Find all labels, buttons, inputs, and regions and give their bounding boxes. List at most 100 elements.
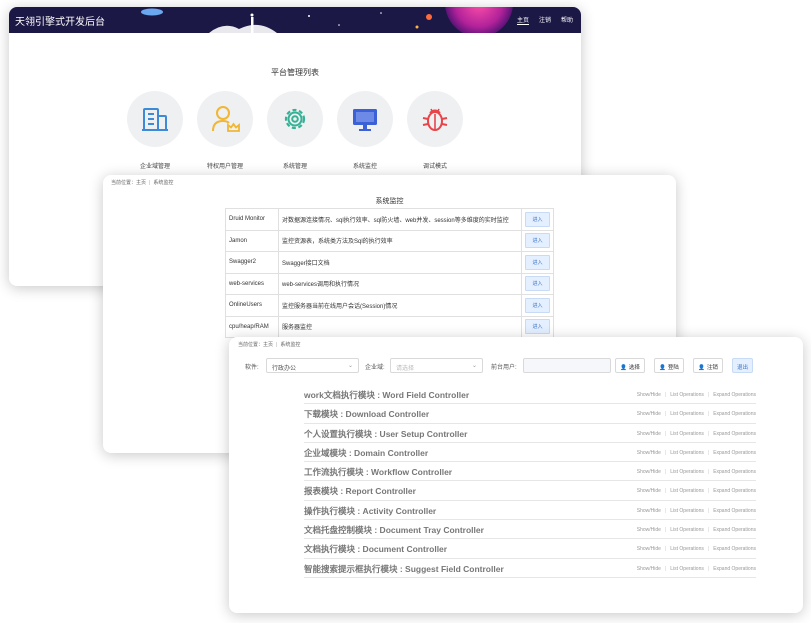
monitor-name: Swagger2: [225, 251, 279, 274]
enter-button[interactable]: 进入: [525, 276, 550, 292]
list-operations-link[interactable]: List Operations: [670, 431, 704, 437]
expand-operations-link[interactable]: Expand Operations: [713, 469, 756, 475]
list-operations-link[interactable]: List Operations: [670, 546, 704, 552]
expand-operations-link[interactable]: Expand Operations: [713, 450, 756, 456]
frontend-user-input[interactable]: [523, 358, 611, 373]
show-hide-link[interactable]: Show/Hide: [637, 488, 661, 494]
controller-name-link[interactable]: 智能搜索提示框执行模块 : Suggest Field Controller: [304, 563, 504, 575]
show-hide-link[interactable]: Show/Hide: [637, 469, 661, 475]
breadcrumb: 当前位置：主页 | 系统监控: [111, 179, 173, 186]
domain-label: 企业域:: [365, 365, 385, 371]
tile-system-management[interactable]: 系统管理: [267, 91, 323, 170]
expand-operations-link[interactable]: Expand Operations: [713, 411, 756, 417]
expand-operations-link[interactable]: Expand Operations: [713, 546, 756, 552]
monitor-name: cpu/heap/RAM: [225, 315, 279, 338]
tile-privileged-users[interactable]: 特权用户管理: [197, 91, 253, 170]
list-operations-link[interactable]: List Operations: [670, 411, 704, 417]
show-hide-link[interactable]: Show/Hide: [637, 411, 661, 417]
expand-operations-link[interactable]: Expand Operations: [713, 508, 756, 514]
monitor-description: 监控资源表，系统类方法及Sql的执行效率: [278, 229, 522, 252]
table-row: web-services web-services调用和执行情况 进入: [225, 272, 554, 295]
list-item: 下载模块 : Download Controller Show/Hide | Lis…: [304, 404, 756, 424]
enter-button[interactable]: 进入: [525, 233, 550, 249]
list-operations-link[interactable]: List Operations: [670, 508, 704, 514]
table-row: Swagger2 Swagger接口文档 进入: [225, 251, 554, 274]
list-item: 个人设置执行模块 : User Setup Controller Show/Hi…: [304, 424, 756, 443]
domain-select[interactable]: 请选择 ⌄: [390, 358, 483, 373]
controller-name-link[interactable]: 企业域模块 : Domain Controller: [304, 447, 428, 459]
tile-icon-circle: [127, 91, 183, 147]
controller-name-link[interactable]: 下载模块 : Download Controller: [304, 408, 429, 420]
monitor-icon: [353, 109, 377, 131]
breadcrumb-home-link[interactable]: 主页: [136, 180, 146, 186]
controller-name-link[interactable]: 报表模块 : Report Controller: [304, 485, 416, 497]
logout-button[interactable]: 👤 注销: [693, 358, 723, 373]
list-operations-link[interactable]: List Operations: [670, 566, 704, 572]
show-hide-link[interactable]: Show/Hide: [637, 431, 661, 437]
tile-system-monitor[interactable]: 系统监控: [337, 91, 393, 170]
nav-logout-link[interactable]: 注销: [539, 15, 551, 25]
enter-button[interactable]: 进入: [525, 297, 550, 313]
show-hide-link[interactable]: Show/Hide: [637, 566, 661, 572]
show-hide-link[interactable]: Show/Hide: [637, 527, 661, 533]
breadcrumb-separator: |: [149, 180, 151, 186]
controller-operations: Show/Hide | List Operations | Expand Operati…: [636, 507, 756, 514]
breadcrumb-home-link[interactable]: 主页: [263, 342, 273, 348]
tile-domain-management[interactable]: 企业域管理: [127, 91, 183, 170]
tile-label: 调试模式: [422, 164, 447, 170]
controller-operations: Show/Hide | List Operations | Expand Operati…: [636, 449, 756, 456]
expand-operations-link[interactable]: Expand Operations: [713, 566, 756, 572]
action-cell: 进入: [521, 251, 554, 274]
api-controllers-window: 当前位置：主页 | 系统监控 软件: 行政办公 ⌄ 企业域: 请选择 ⌄ 前台用户:…: [229, 337, 803, 613]
list-operations-link[interactable]: List Operations: [670, 527, 704, 533]
show-hide-link[interactable]: Show/Hide: [637, 450, 661, 456]
controller-name-link[interactable]: work文档执行模块 : Word Field Controller: [304, 389, 469, 401]
crowned-user-icon: [212, 106, 240, 132]
show-hide-link[interactable]: Show/Hide: [637, 508, 661, 514]
show-hide-link[interactable]: Show/Hide: [637, 546, 661, 552]
tile-label: 特权用户管理: [206, 164, 243, 170]
controller-name-link[interactable]: 文档托盘控制模块 : Document Tray Controller: [304, 524, 484, 536]
monitor-description: web-services调用和执行情况: [278, 272, 522, 295]
domain-placeholder: 请选择: [396, 366, 415, 372]
list-operations-link[interactable]: List Operations: [670, 392, 704, 398]
expand-operations-link[interactable]: Expand Operations: [713, 431, 756, 437]
table-row: Jamon 监控资源表，系统类方法及Sql的执行效率 进入: [225, 229, 554, 252]
nav-home-link[interactable]: 主页: [516, 15, 529, 25]
controller-operations: Show/Hide | List Operations | Expand Operati…: [636, 469, 756, 476]
controller-operations: Show/Hide | List Operations | Expand Operati…: [636, 392, 756, 398]
enter-button[interactable]: 进入: [525, 211, 550, 227]
monitor-description: 监控服务器当前在线用户会话(Session)情况: [278, 294, 522, 317]
tile-debug-mode[interactable]: 调试模式: [407, 91, 463, 170]
software-select[interactable]: 行政办公 ⌄: [266, 358, 359, 373]
controller-operations: Show/Hide | List Operations | Expand Operati…: [636, 411, 756, 418]
nav-help-link[interactable]: 帮助: [561, 15, 573, 25]
filter-bar: 软件: 行政办公 ⌄ 企业域: 请选择 ⌄ 前台用户: 👤 选择 👤 登陆 👤 注销 …: [229, 358, 803, 374]
list-operations-link[interactable]: List Operations: [670, 450, 704, 456]
button-label: 登陆: [667, 365, 679, 371]
controller-name-link[interactable]: 个人设置执行模块 : User Setup Controller: [304, 428, 467, 440]
list-item: 企业域模块 : Domain Controller Show/Hide | List…: [304, 443, 756, 463]
list-item: 工作流执行模块 : Workflow Controller Show/Hide |…: [304, 462, 756, 482]
expand-operations-link[interactable]: Expand Operations: [713, 527, 756, 533]
monitor-description: 对数据源连接情况、sql执行效率、sql防火墙、web并发、session等多维…: [278, 208, 522, 231]
software-label: 软件:: [245, 365, 259, 371]
list-operations-link[interactable]: List Operations: [670, 469, 704, 475]
enter-button[interactable]: 进入: [525, 254, 550, 270]
expand-operations-link[interactable]: Expand Operations: [713, 392, 756, 398]
exit-button[interactable]: 退出: [732, 358, 754, 373]
select-user-button[interactable]: 👤 选择: [615, 358, 645, 373]
controller-name-link[interactable]: 文档执行模块 : Document Controller: [304, 543, 447, 555]
list-operations-link[interactable]: List Operations: [670, 488, 704, 494]
expand-operations-link[interactable]: Expand Operations: [713, 488, 756, 494]
show-hide-link[interactable]: Show/Hide: [637, 392, 661, 398]
monitor-description: Swagger接口文档: [278, 251, 522, 274]
gear-icon: [284, 108, 306, 130]
controller-name-link[interactable]: 操作执行模块 : Activity Controller: [304, 505, 436, 517]
tile-icon-circle: [267, 91, 323, 147]
login-button[interactable]: 👤 登陆: [654, 358, 684, 373]
enter-button[interactable]: 进入: [525, 319, 550, 335]
list-item: 智能搜索提示框执行模块 : Suggest Field Controller S…: [304, 559, 756, 578]
action-cell: 进入: [521, 315, 554, 338]
controller-name-link[interactable]: 工作流执行模块 : Workflow Controller: [304, 466, 452, 478]
